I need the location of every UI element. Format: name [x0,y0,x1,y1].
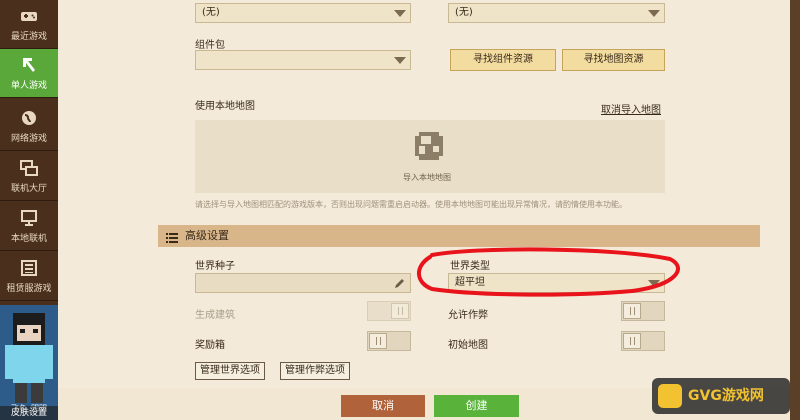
sidebar-item-label: 最近游戏 [10,32,47,42]
component-pack-label: 组件包 [195,40,225,51]
red-highlight-circle [417,247,680,297]
local-map-label: 使用本地地图 [195,101,255,112]
allow-cheats-toggle[interactable] [621,301,665,321]
advanced-settings-header[interactable]: 高级设置 [158,225,760,247]
find-component-resources-button[interactable]: 寻找组件资源 [450,49,556,71]
toggle-knob [391,303,409,319]
watermark-badge: GVG游戏网 [652,378,790,414]
sidebar-item-multiplayer-lobby[interactable]: 联机大厅 [0,152,58,201]
globe-pixel-icon [411,130,447,162]
sidebar-item-rental-server[interactable]: 租赁服游戏 [0,252,58,301]
manage-cheat-options-button[interactable]: 管理作弊选项 [280,362,350,380]
local-map-hint: 请选择与导入地图相匹配的游戏版本，否则出现问题需重启启动器。使用本地地图可能出现… [195,200,627,209]
sidebar-item-lan[interactable]: 本地联机 [0,202,58,251]
bonus-chest-toggle[interactable] [367,331,411,351]
list-icon [166,230,178,243]
sidebar-item-label: 联机大厅 [10,184,47,194]
world-seed-label: 世界种子 [195,261,235,272]
sidebar-item-single-player[interactable]: 单人游戏 [0,49,58,98]
sidebar-item-label: 单人游戏 [10,81,47,91]
select-value: (无) [455,7,473,18]
sidebar-item-label: 租赁服游戏 [6,284,52,294]
pickaxe-icon [19,55,39,75]
sidebar-item-label: 网络游戏 [10,134,47,144]
scrollbar[interactable] [790,0,800,420]
monitor-icon [19,208,39,228]
main-content: (无) (无) 组件包 寻找组件资源 寻找地图资源 使用本地地图 取消导入地图 … [58,0,790,420]
sidebar: 最近游戏 单人游戏 网络游戏 联机大厅 本地联机 租赁服游戏 皮肤设置 [0,0,58,420]
sidebar-item-label: 本地联机 [10,234,47,244]
manage-world-options-button[interactable]: 管理世界选项 [195,362,265,380]
import-map-dropzone[interactable]: 导入本地地图 [195,120,665,193]
toggle-knob [369,333,387,349]
chevron-down-icon [394,10,406,17]
section-title: 高级设置 [185,229,229,242]
import-map-label: 导入本地地图 [403,173,451,182]
cancel-button[interactable]: 取消 [341,395,425,417]
watermark-logo-icon [658,384,682,408]
server-list-icon [19,258,39,278]
starting-map-toggle[interactable] [621,331,665,351]
gamepad-icon [19,6,39,26]
sidebar-item-online-games[interactable]: 网络游戏 [0,102,58,151]
select-value: (无) [202,7,220,18]
toggle-knob [623,333,641,349]
player-avatar[interactable]: 飞鱼_明明 皮肤设置 [0,305,58,420]
skin-preview [5,313,53,403]
lobby-icon [19,158,39,178]
cancel-import-map-link[interactable]: 取消导入地图 [601,101,661,116]
starting-map-label: 初始地图 [448,340,488,351]
globe-icon [19,108,39,128]
sidebar-item-recent-games[interactable]: 最近游戏 [0,0,58,49]
generate-structures-label: 生成建筑 [195,310,235,321]
watermark-text: GVG游戏网 [688,388,764,404]
resource-pack-select[interactable]: (无) [195,3,411,23]
behavior-pack-select[interactable]: (无) [448,3,665,23]
bonus-chest-label: 奖励箱 [195,340,225,351]
create-button[interactable]: 创建 [434,395,519,417]
pencil-icon [394,278,405,296]
chevron-down-icon [648,10,660,17]
chevron-down-icon [394,57,406,64]
allow-cheats-label: 允许作弊 [448,310,488,321]
world-seed-input[interactable] [195,273,411,293]
component-pack-select[interactable] [195,50,411,70]
find-map-resources-button[interactable]: 寻找地图资源 [562,49,665,71]
generate-structures-toggle[interactable] [367,301,411,321]
skin-settings-button[interactable]: 皮肤设置 [0,406,58,420]
toggle-knob [623,303,641,319]
